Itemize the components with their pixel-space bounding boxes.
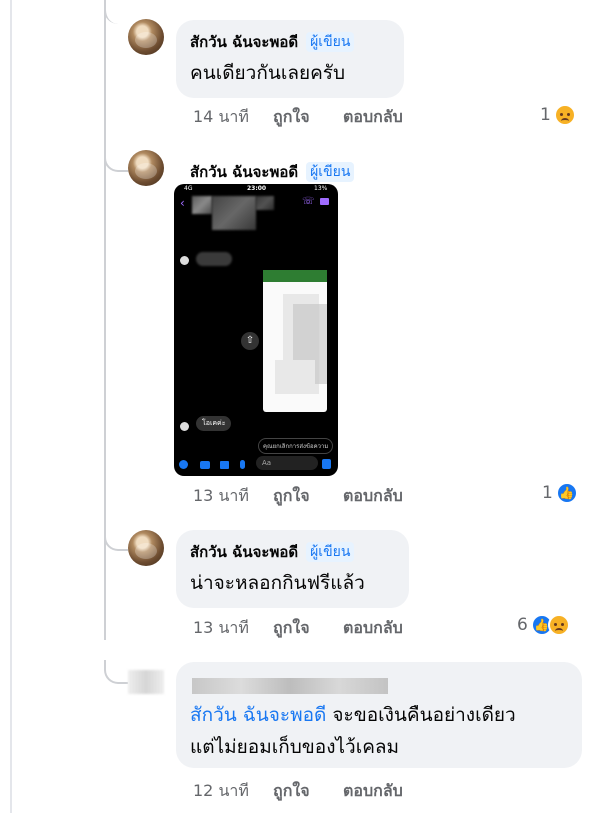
like-button[interactable]: ถูกใจ (273, 616, 343, 641)
reply-button[interactable]: ตอบกลับ (343, 779, 403, 804)
camera-icon (200, 461, 210, 469)
comment-actions: 14 นาที ถูกใจ ตอบกลับ (193, 105, 403, 130)
comment-author[interactable]: สักวัน ฉันจะพอดี (190, 30, 298, 54)
comment-text: คนเดียวกันเลยครับ (190, 62, 346, 84)
comment-text: น่าจะหลอกกินฟรีแล้ว (190, 572, 365, 594)
sender-avatar (180, 422, 189, 431)
reply-button[interactable]: ตอบกลับ (343, 616, 403, 641)
comment-bubble: สักวัน ฉันจะพอดี ผู้เขียน น่าจะหลอกกินฟร… (176, 530, 409, 608)
avatar[interactable] (128, 150, 164, 186)
chat-screenshot-attachment[interactable]: 4G 23:00 13% ‹ ☏ ⇧ โอเคค่ะ คุณยกเลิกการส… (174, 184, 338, 476)
avatar[interactable] (128, 19, 164, 55)
reaction-summary[interactable]: 1 👍 (542, 482, 578, 504)
thread-line-outer (10, 0, 12, 813)
like-button[interactable]: ถูกใจ (273, 779, 343, 804)
message-input: Aa (256, 456, 318, 470)
video-icon (320, 198, 329, 205)
comment-header: สักวัน ฉันจะพอดี ผู้เขียน (190, 160, 355, 184)
document-header (263, 270, 327, 282)
comment-author[interactable]: สักวัน ฉันจะพอดี (190, 540, 298, 564)
censored-contact-name (212, 196, 256, 230)
back-icon: ‹ (180, 196, 185, 210)
plus-icon (179, 460, 188, 469)
sad-emoji-icon (553, 104, 576, 126)
like-button[interactable]: ถูกใจ (273, 105, 343, 130)
share-icon[interactable]: ⇧ (241, 332, 259, 350)
comment-actions: 13 นาที ถูกใจ ตอบกลับ (193, 484, 403, 509)
comment-time[interactable]: 13 นาที (193, 484, 273, 509)
like-emoji-icon: 👍 (555, 482, 578, 504)
censored-document-block (275, 360, 315, 394)
reaction-count: 1 (540, 105, 551, 125)
thumbs-up-icon (322, 459, 331, 469)
like-button[interactable]: ถูกใจ (273, 484, 343, 509)
author-badge: ผู้เขียน (306, 32, 355, 52)
comment-time[interactable]: 14 นาที (193, 105, 273, 130)
reaction-count: 6 (517, 615, 528, 635)
reply-button[interactable]: ตอบกลับ (343, 484, 403, 509)
reaction-summary[interactable]: 1 (540, 104, 576, 126)
censored-author-name (192, 678, 388, 694)
chat-message: โอเคค่ะ (196, 416, 232, 431)
author-badge: ผู้เขียน (306, 542, 355, 562)
status-time: 23:00 (247, 185, 267, 192)
comment-bubble: สักวัน ฉันจะพอดี ผู้เขียน คนเดียวกันเลยค… (176, 20, 404, 98)
reply-button[interactable]: ตอบกลับ (343, 105, 403, 130)
comment-time[interactable]: 12 นาที (193, 779, 273, 804)
comment-time[interactable]: 13 นาที (193, 616, 273, 641)
author-badge: ผู้เขียน (306, 162, 355, 182)
comment-text-part: จะขอเงินคืนอย่างเดียว (326, 704, 516, 726)
censored-message (196, 252, 232, 266)
sad-emoji-icon (547, 614, 570, 636)
thread-connector (104, 527, 128, 551)
status-carrier: 4G (184, 185, 193, 192)
comment-bubble: สักวัน ฉันจะพอดี จะขอเงินคืนอย่างเดียว แ… (176, 662, 582, 768)
avatar[interactable] (128, 530, 164, 566)
mention-link[interactable]: สักวัน ฉันจะพอดี (190, 704, 326, 726)
avatar[interactable] (128, 670, 164, 694)
censored-contact-name (256, 196, 274, 210)
comment-actions: 12 นาที ถูกใจ ตอบกลับ (193, 779, 403, 804)
comment-author[interactable]: สักวัน ฉันจะพอดี (190, 160, 298, 184)
reaction-summary[interactable]: 6 👍 (517, 614, 570, 636)
mic-icon (240, 460, 245, 469)
document-preview (263, 270, 327, 412)
thread-connector (104, 660, 128, 684)
reaction-count: 1 (542, 483, 553, 503)
status-battery: 13% (314, 185, 328, 192)
comment-actions: 13 นาที ถูกใจ ตอบกลับ (193, 616, 403, 641)
reply-hint: คุณยกเลิกการส่งข้อความ (258, 438, 334, 454)
sender-avatar (180, 256, 189, 265)
thread-connector (104, 0, 128, 24)
comment-text: สักวัน ฉันจะพอดี จะขอเงินคืนอย่างเดียว (190, 702, 568, 728)
phone-icon: ☏ (302, 196, 315, 207)
image-icon (220, 461, 229, 469)
comment-text-line2: แต่ไม่ยอมเก็บของไว้เคลม (190, 736, 400, 758)
thread-connector (104, 148, 128, 172)
censored-contact-name (192, 196, 212, 214)
